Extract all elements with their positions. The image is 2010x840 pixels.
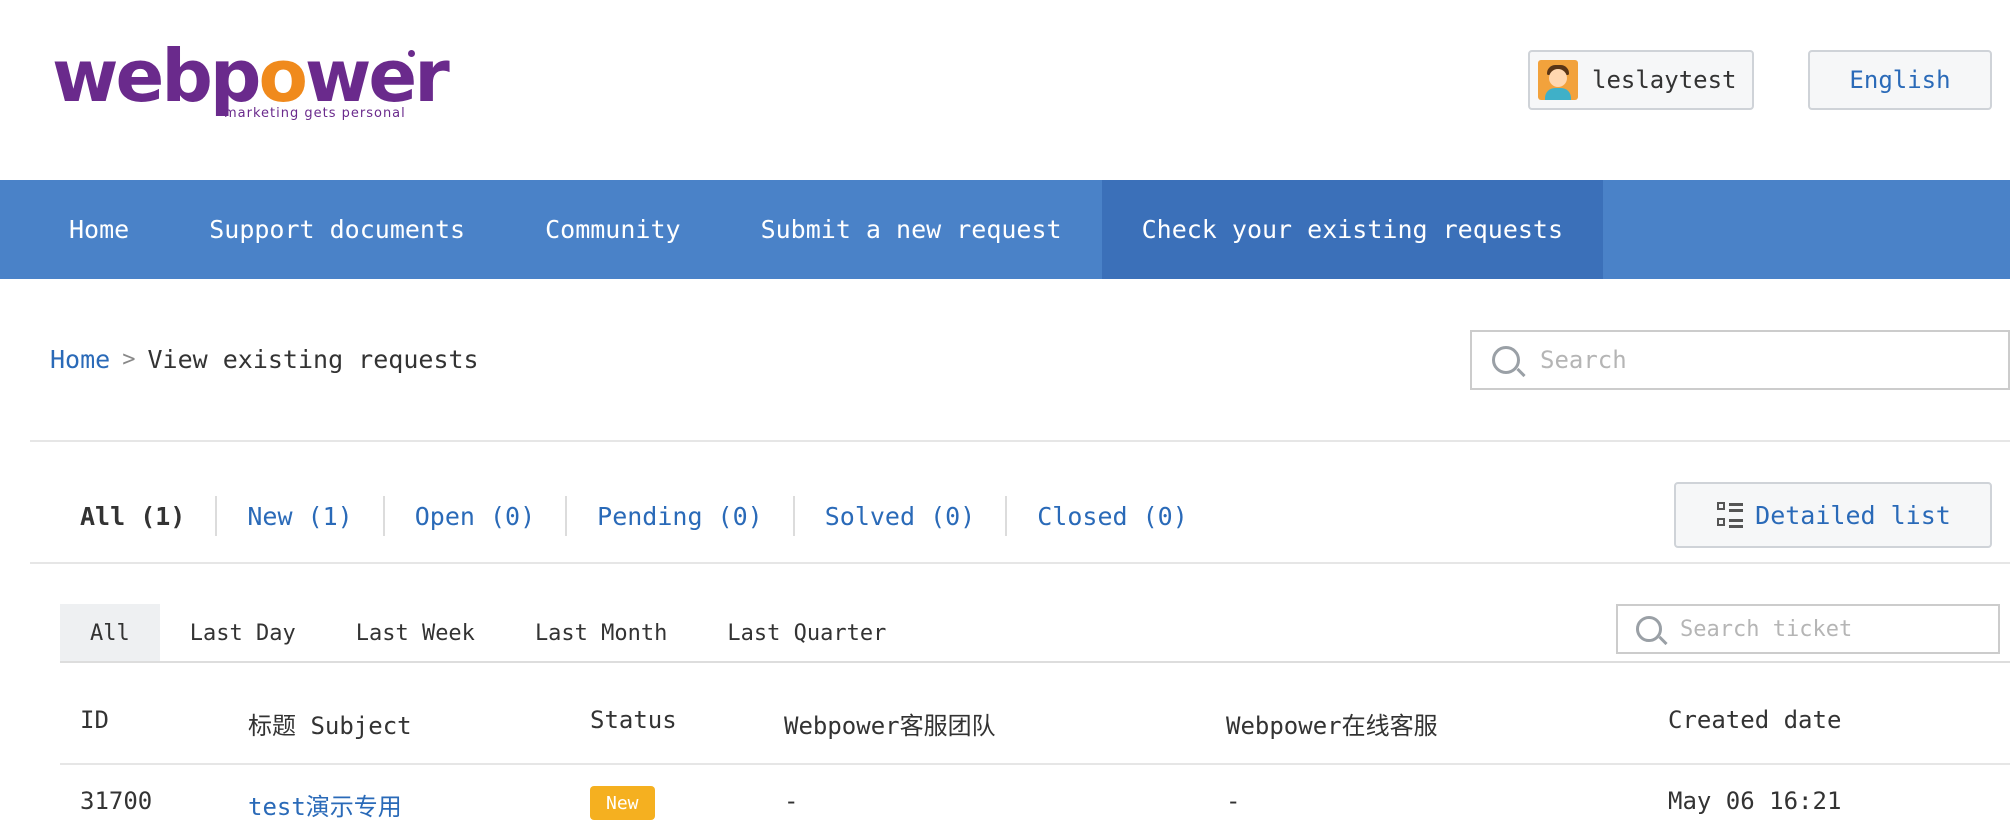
ticket-created-date: May 06 16:21 xyxy=(1668,787,1842,815)
period-tab-last-quarter[interactable]: Last Quarter xyxy=(697,604,916,662)
divider xyxy=(60,763,2010,765)
search-icon xyxy=(1636,616,1662,642)
avatar xyxy=(1538,60,1578,100)
period-tab-last-month[interactable]: Last Month xyxy=(505,604,697,662)
detailed-list-button[interactable]: Detailed list xyxy=(1674,482,1992,548)
breadcrumb-separator: > xyxy=(122,347,136,372)
column-header-team[interactable]: Webpower客服团队 xyxy=(784,706,996,741)
status-badge: New xyxy=(590,786,655,820)
period-tabs: All Last Day Last Week Last Month Last Q… xyxy=(60,604,916,662)
status-filter-solved[interactable]: Solved (0) xyxy=(795,502,1006,531)
status-filter-new[interactable]: New (1) xyxy=(217,502,382,531)
webpower-logo[interactable]: webpower marketing gets personal xyxy=(52,40,450,121)
ticket-search-box[interactable] xyxy=(1616,604,2000,654)
status-filter-open[interactable]: Open (0) xyxy=(385,502,565,531)
nav-submit-request[interactable]: Submit a new request xyxy=(721,180,1102,279)
period-tab-all[interactable]: All xyxy=(60,604,160,662)
language-button[interactable]: English xyxy=(1808,50,1992,110)
nav-check-requests[interactable]: Check your existing requests xyxy=(1101,180,1604,279)
column-header-created-date[interactable]: Created date xyxy=(1668,706,1841,734)
divider xyxy=(30,562,2010,564)
user-menu-button[interactable]: leslaytest xyxy=(1528,50,1754,110)
search-icon xyxy=(1492,346,1520,374)
period-tab-last-week[interactable]: Last Week xyxy=(326,604,505,662)
main-nav: Home Support documents Community Submit … xyxy=(0,180,2010,279)
status-filter-closed[interactable]: Closed (0) xyxy=(1007,502,1218,531)
ticket-subject-link[interactable]: test演示专用 xyxy=(248,787,402,822)
divider xyxy=(30,440,2010,442)
detailed-list-label: Detailed list xyxy=(1755,500,1951,530)
breadcrumb-home-link[interactable]: Home xyxy=(50,345,110,374)
column-header-status[interactable]: Status xyxy=(590,706,677,734)
list-view-icon xyxy=(1715,500,1745,530)
period-tab-last-day[interactable]: Last Day xyxy=(160,604,326,662)
nav-community[interactable]: Community xyxy=(505,180,720,279)
breadcrumb: Home > View existing requests xyxy=(50,345,479,374)
ticket-online-service: - xyxy=(1226,787,1241,815)
logo-tagline: marketing gets personal xyxy=(224,106,406,121)
username-label: leslaytest xyxy=(1592,66,1737,94)
breadcrumb-current: View existing requests xyxy=(147,345,479,374)
search-input[interactable] xyxy=(1538,345,1982,375)
status-filter-all[interactable]: All (1) xyxy=(50,502,215,531)
status-filters: All (1) New (1) Open (0) Pending (0) Sol… xyxy=(50,490,1218,542)
search-box[interactable] xyxy=(1470,330,2010,390)
column-header-id[interactable]: ID xyxy=(80,706,109,734)
status-filter-pending[interactable]: Pending (0) xyxy=(567,502,793,531)
column-header-online-service[interactable]: Webpower在线客服 xyxy=(1226,706,1438,741)
ticket-id: 31700 xyxy=(80,787,153,815)
divider xyxy=(60,661,2010,663)
language-label: English xyxy=(1849,66,1951,94)
nav-home[interactable]: Home xyxy=(0,180,169,279)
ticket-search-input[interactable] xyxy=(1678,615,1982,643)
ticket-team: - xyxy=(784,787,799,815)
column-header-subject[interactable]: 标题 Subject xyxy=(248,706,412,741)
nav-support-documents[interactable]: Support documents xyxy=(169,180,505,279)
